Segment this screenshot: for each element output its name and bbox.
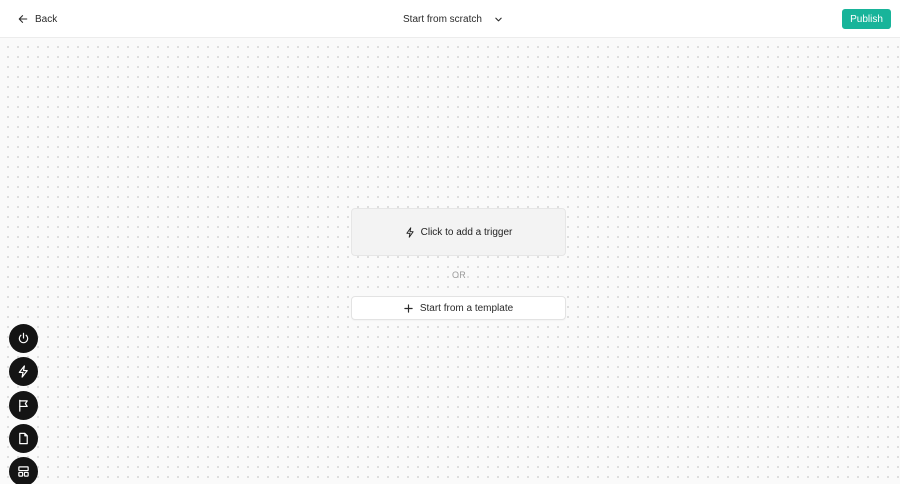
plus-icon — [404, 303, 413, 313]
or-divider: OR — [451, 270, 467, 280]
start-from-template-button[interactable]: Start from a template — [351, 296, 566, 320]
add-trigger-card[interactable]: Click to add a trigger — [351, 208, 566, 256]
workflow-title-dropdown[interactable]: Start from scratch — [403, 11, 503, 27]
chevron-down-icon — [495, 17, 502, 21]
add-trigger-label: Click to add a trigger — [420, 226, 513, 238]
arrow-left-icon — [18, 15, 28, 23]
back-button[interactable]: Back — [18, 11, 57, 27]
document-icon — [19, 432, 28, 445]
flag-icon — [19, 399, 28, 412]
trigger-tool-button[interactable] — [9, 357, 38, 386]
lightning-icon — [18, 365, 28, 378]
power-icon — [18, 332, 29, 344]
lightning-icon — [406, 226, 414, 238]
workflow-canvas[interactable] — [0, 39, 900, 484]
flag-tool-button[interactable] — [9, 391, 38, 420]
layout-tool-button[interactable] — [9, 457, 38, 484]
document-tool-button[interactable] — [9, 424, 38, 453]
workflow-title: Start from scratch — [403, 13, 482, 25]
top-bar: Back Start from scratch Publish — [0, 0, 900, 38]
power-tool-button[interactable] — [9, 324, 38, 353]
layout-icon — [18, 466, 29, 477]
back-label: Back — [35, 13, 58, 25]
publish-button[interactable]: Publish — [842, 9, 891, 29]
start-from-template-label: Start from a template — [419, 302, 514, 314]
